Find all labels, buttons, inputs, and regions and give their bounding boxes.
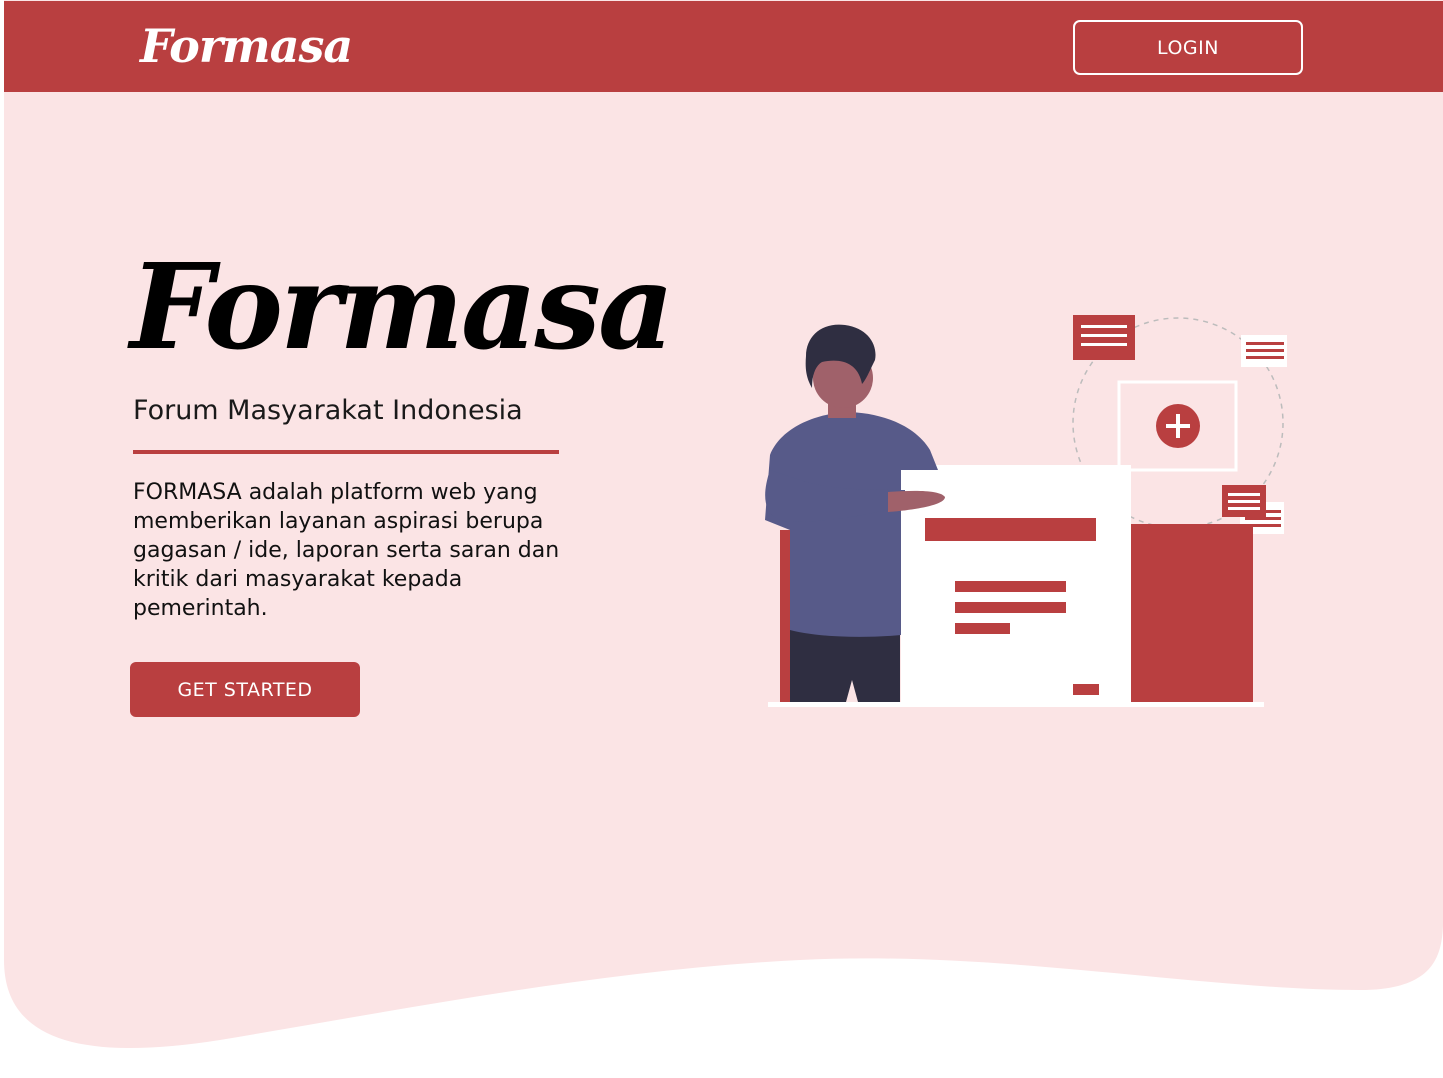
hero-subtitle: Forum Masyarakat Indonesia xyxy=(133,395,523,426)
get-started-button[interactable]: GET STARTED xyxy=(130,662,360,717)
hero-description: FORMASA adalah platform web yang memberi… xyxy=(133,480,560,621)
nav-logo[interactable]: Formasa xyxy=(140,6,353,86)
hero-divider xyxy=(133,450,559,454)
login-button[interactable]: LOGIN xyxy=(1073,20,1303,75)
plus-circle-icon xyxy=(1156,404,1200,448)
hero-illustration xyxy=(765,315,1287,707)
list-card-icon xyxy=(1241,335,1287,367)
message-card-icon xyxy=(1073,315,1135,360)
hero-title: Formasa xyxy=(130,237,674,376)
landing-page: Formasa LOGIN Formasa Forum Masyarakat I… xyxy=(0,0,1443,1078)
